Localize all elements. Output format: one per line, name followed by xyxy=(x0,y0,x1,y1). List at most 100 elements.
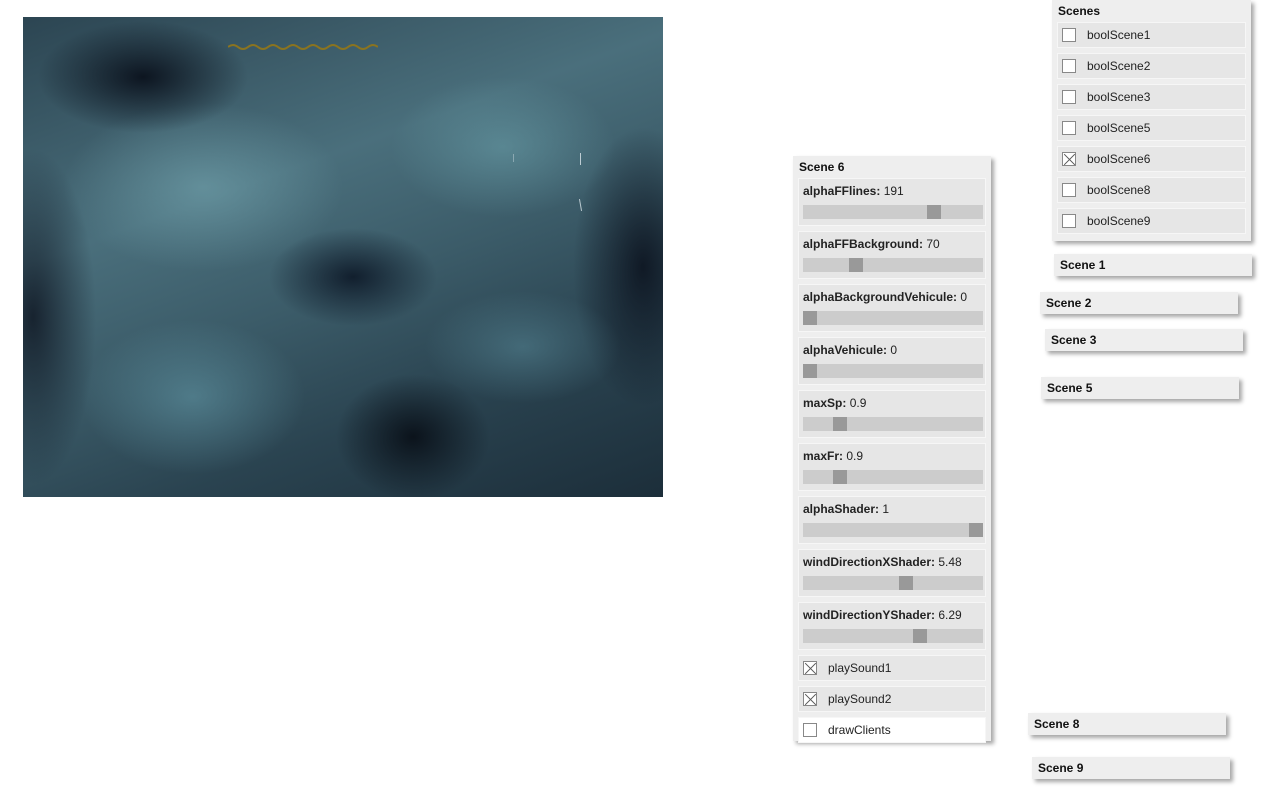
panel-title[interactable]: Scene 6 xyxy=(793,156,991,178)
panel-title[interactable]: Scene 1 xyxy=(1054,254,1252,276)
panel-title[interactable]: Scenes xyxy=(1052,0,1251,22)
scenes-panel: Scenes boolScene1 boolScene2 boolScene3 boo… xyxy=(1052,0,1251,241)
panel-title[interactable]: Scene 2 xyxy=(1040,292,1238,314)
panel-title[interactable]: Scene 3 xyxy=(1045,329,1243,351)
panel-title[interactable]: Scene 5 xyxy=(1041,377,1239,399)
slider-value: 1 xyxy=(882,502,890,516)
checkbox-row-boolScene3[interactable]: boolScene3 xyxy=(1057,84,1246,110)
slider-name: alphaVehicule xyxy=(803,343,884,357)
checkbox-label: boolScene6 xyxy=(1087,152,1151,166)
slider-name: alphaFFBackground xyxy=(803,237,920,251)
scene9-panel[interactable]: Scene 9 xyxy=(1032,757,1230,779)
slider-value: 0.9 xyxy=(846,449,864,463)
slider-track[interactable] xyxy=(803,629,983,643)
slider-name: windDirectionYShader xyxy=(803,608,932,622)
wave-line xyxy=(228,44,378,50)
slider-alphaFFlines: alphaFFlines: 191 xyxy=(798,178,986,226)
slider-value: 6.29 xyxy=(938,608,962,622)
checkbox[interactable] xyxy=(1062,183,1076,197)
checkbox-row-boolScene5[interactable]: boolScene5 xyxy=(1057,115,1246,141)
particle-streak xyxy=(513,154,514,162)
checkbox[interactable] xyxy=(1062,28,1076,42)
slider-alphaVehicule: alphaVehicule: 0 xyxy=(798,337,986,385)
slider-track[interactable] xyxy=(803,258,983,272)
slider-label: windDirectionXShader: 5.48 xyxy=(803,555,962,569)
checkbox-row-boolScene1[interactable]: boolScene1 xyxy=(1057,22,1246,48)
checkbox[interactable] xyxy=(803,661,817,675)
slider-label: maxSp: 0.9 xyxy=(803,396,866,410)
slider-thumb[interactable] xyxy=(899,576,913,590)
slider-maxFr: maxFr: 0.9 xyxy=(798,443,986,491)
slider-value: 70 xyxy=(926,237,940,251)
checkbox-label: drawClients xyxy=(828,723,891,737)
slider-name: alphaShader xyxy=(803,502,876,516)
slider-label: alphaShader: 1 xyxy=(803,502,889,516)
slider-name: windDirectionXShader xyxy=(803,555,932,569)
checkbox[interactable] xyxy=(803,723,817,737)
slider-maxSp: maxSp: 0.9 xyxy=(798,390,986,438)
slider-thumb[interactable] xyxy=(803,364,817,378)
checkbox[interactable] xyxy=(1062,152,1076,166)
slider-name: alphaBackgroundVehicule xyxy=(803,290,954,304)
checkbox-row-boolScene9[interactable]: boolScene9 xyxy=(1057,208,1246,234)
slider-label: windDirectionYShader: 6.29 xyxy=(803,608,962,622)
particle-streak xyxy=(580,153,581,165)
checkbox[interactable] xyxy=(1062,90,1076,104)
checkbox-label: boolScene3 xyxy=(1087,90,1151,104)
scene3-panel[interactable]: Scene 3 xyxy=(1045,329,1243,351)
slider-name: maxFr xyxy=(803,449,840,463)
checkbox-row-boolScene8[interactable]: boolScene8 xyxy=(1057,177,1246,203)
checkbox-label: boolScene1 xyxy=(1087,28,1151,42)
scene2-panel[interactable]: Scene 2 xyxy=(1040,292,1238,314)
slider-label: alphaVehicule: 0 xyxy=(803,343,897,357)
slider-name: alphaFFlines xyxy=(803,184,877,198)
slider-alphaFFBackground: alphaFFBackground: 70 xyxy=(798,231,986,279)
checkbox-row-playSound2[interactable]: playSound2 xyxy=(798,686,986,712)
checkbox-row-playSound1[interactable]: playSound1 xyxy=(798,655,986,681)
slider-track[interactable] xyxy=(803,364,983,378)
checkbox[interactable] xyxy=(1062,59,1076,73)
slider-alphaShader: alphaShader: 1 xyxy=(798,496,986,544)
render-canvas[interactable] xyxy=(23,17,663,497)
checkbox-label: boolScene5 xyxy=(1087,121,1151,135)
checkbox[interactable] xyxy=(1062,121,1076,135)
slider-track[interactable] xyxy=(803,470,983,484)
slider-value: 5.48 xyxy=(938,555,962,569)
checkbox[interactable] xyxy=(1062,214,1076,228)
slider-thumb[interactable] xyxy=(913,629,927,643)
slider-value: 191 xyxy=(883,184,904,198)
slider-thumb[interactable] xyxy=(833,470,847,484)
slider-track[interactable] xyxy=(803,311,983,325)
scene1-panel[interactable]: Scene 1 xyxy=(1054,254,1252,276)
scene5-panel[interactable]: Scene 5 xyxy=(1041,377,1239,399)
slider-value: 0 xyxy=(890,343,898,357)
slider-track[interactable] xyxy=(803,417,983,431)
slider-thumb[interactable] xyxy=(849,258,863,272)
panel-title[interactable]: Scene 8 xyxy=(1028,713,1226,735)
checkbox-label: boolScene9 xyxy=(1087,214,1151,228)
scene8-panel[interactable]: Scene 8 xyxy=(1028,713,1226,735)
checkbox-label: boolScene8 xyxy=(1087,183,1151,197)
slider-label: alphaFFlines: 191 xyxy=(803,184,904,198)
slider-track[interactable] xyxy=(803,576,983,590)
slider-track[interactable] xyxy=(803,523,983,537)
slider-colon: : xyxy=(842,396,850,410)
slider-value: 0 xyxy=(960,290,968,304)
slider-colon: : xyxy=(876,184,884,198)
slider-windDirectionXShader: windDirectionXShader: 5.48 xyxy=(798,549,986,597)
slider-label: maxFr: 0.9 xyxy=(803,449,863,463)
checkbox-label: playSound2 xyxy=(828,692,892,706)
slider-label: alphaBackgroundVehicule: 0 xyxy=(803,290,967,304)
slider-value: 0.9 xyxy=(849,396,867,410)
checkbox[interactable] xyxy=(803,692,817,706)
checkbox-row-drawClients[interactable]: drawClients xyxy=(798,717,986,743)
checkbox-row-boolScene6[interactable]: boolScene6 xyxy=(1057,146,1246,172)
slider-thumb[interactable] xyxy=(927,205,941,219)
slider-track[interactable] xyxy=(803,205,983,219)
slider-thumb[interactable] xyxy=(833,417,847,431)
checkbox-label: playSound1 xyxy=(828,661,892,675)
checkbox-row-boolScene2[interactable]: boolScene2 xyxy=(1057,53,1246,79)
slider-thumb[interactable] xyxy=(969,523,983,537)
slider-thumb[interactable] xyxy=(803,311,817,325)
panel-title[interactable]: Scene 9 xyxy=(1032,757,1230,779)
